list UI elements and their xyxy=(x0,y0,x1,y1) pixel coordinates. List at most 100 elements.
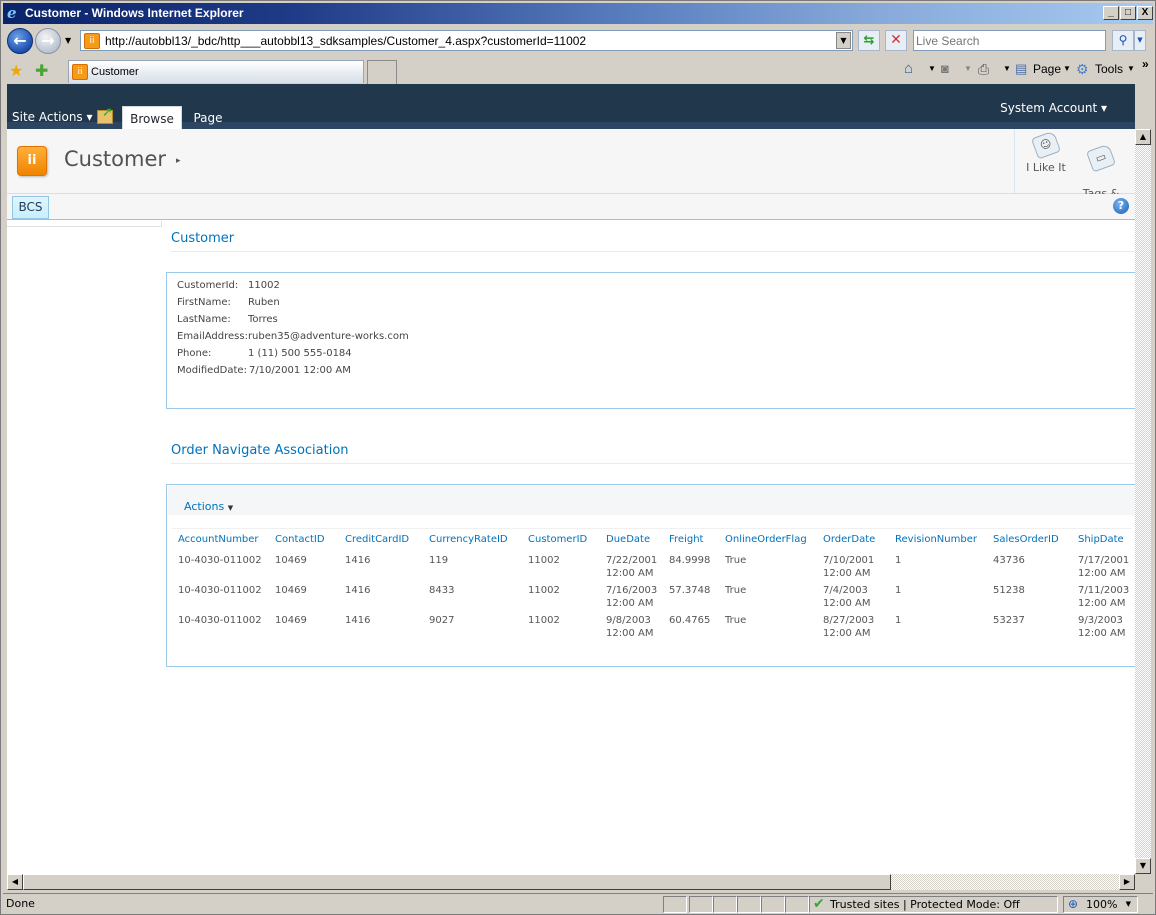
tab-page[interactable]: Page xyxy=(187,106,229,129)
table-cell: 11002 xyxy=(528,615,560,626)
scroll-right-button[interactable]: ▶ xyxy=(1119,874,1135,890)
search-options-dropdown[interactable]: ▼ xyxy=(1134,30,1146,51)
orders-section-title: Order Navigate Association xyxy=(171,443,349,458)
i-like-it-button[interactable]: ☺ I Like It xyxy=(1025,130,1067,174)
field-last-name: LastName: Torres xyxy=(177,314,409,331)
home-icon[interactable]: ⌂ xyxy=(904,60,913,77)
column-header[interactable]: CreditCardID xyxy=(339,528,423,552)
address-bar[interactable]: ii http://autobbl13/_bdc/http___autobbl1… xyxy=(80,30,853,51)
column-header[interactable]: DueDate xyxy=(600,528,663,552)
table-cell: 10-4030-011002 xyxy=(178,555,262,566)
column-header[interactable]: OnlineOrderFlag xyxy=(719,528,817,552)
actions-menu[interactable]: Actions ▼ xyxy=(184,500,233,513)
column-header[interactable]: ContactID xyxy=(269,528,339,552)
favorites-star-icon[interactable]: ★ xyxy=(9,61,23,80)
table-cell: 9/3/2003 12:00 AM xyxy=(1078,615,1126,639)
column-header[interactable]: SalesOrderID xyxy=(987,528,1072,552)
navigate-up-icon[interactable] xyxy=(97,105,113,124)
table-cell: 11002 xyxy=(528,555,560,566)
forward-button[interactable]: → xyxy=(35,28,61,54)
print-icon[interactable]: ⎙ xyxy=(978,61,989,78)
gear-icon: ⚙ xyxy=(1076,61,1089,77)
search-input[interactable] xyxy=(913,30,1106,51)
feeds-icon[interactable]: ◙ xyxy=(941,61,949,76)
breadcrumb-arrow-icon[interactable]: ▸ xyxy=(176,156,181,166)
security-zone[interactable]: ✔ Trusted sites | Protected Mode: Off xyxy=(809,896,1058,913)
table-cell: 84.9998 xyxy=(669,555,711,566)
zoom-level-button[interactable]: ⊕ 100% ▼ xyxy=(1063,896,1138,913)
back-button[interactable]: ← xyxy=(7,28,33,54)
field-label: ModifiedDate: xyxy=(177,365,247,376)
search-button[interactable]: ⚲ xyxy=(1112,30,1134,51)
recent-pages-dropdown[interactable]: ▼ xyxy=(65,36,71,45)
table-cell: 1416 xyxy=(345,585,371,596)
field-label: LastName: xyxy=(177,314,231,325)
table-cell: True xyxy=(725,555,747,566)
table-cell: 10-4030-011002 xyxy=(178,585,262,596)
minimize-button[interactable]: _ xyxy=(1103,6,1119,20)
column-header[interactable]: RevisionNumber xyxy=(889,528,987,552)
home-dropdown[interactable]: ▼ xyxy=(928,64,936,73)
address-url[interactable]: http://autobbl13/_bdc/http___autobbl13_s… xyxy=(105,34,586,48)
page-menu-button[interactable]: Page xyxy=(1033,62,1061,76)
address-dropdown-button[interactable]: ▼ xyxy=(836,32,851,49)
field-first-name: FirstName: Ruben xyxy=(177,297,409,314)
orders-list-box: Actions ▼ AccountNumber ContactID Credit… xyxy=(166,484,1135,667)
column-header[interactable]: Freight xyxy=(663,528,719,552)
field-value: 1 (11) 500 555-0184 xyxy=(248,348,352,359)
site-logo-icon[interactable]: ii xyxy=(17,146,47,176)
browser-tab-customer[interactable]: ii Customer xyxy=(68,60,364,83)
column-header[interactable]: CurrencyRateID xyxy=(423,528,522,552)
table-cell: 9/8/2003 12:00 AM xyxy=(606,615,654,639)
new-tab-button[interactable] xyxy=(367,60,397,84)
horizontal-scroll-thumb[interactable] xyxy=(23,874,891,890)
column-header[interactable]: CustomerID xyxy=(522,528,600,552)
add-favorites-icon[interactable]: ✚ xyxy=(35,61,48,80)
table-cell: 7/22/2001 12:00 AM xyxy=(606,555,658,579)
scroll-down-button[interactable]: ▼ xyxy=(1135,858,1151,874)
tab-browse[interactable]: Browse xyxy=(122,106,182,129)
feeds-dropdown[interactable]: ▼ xyxy=(964,64,972,73)
scroll-up-button[interactable]: ▲ xyxy=(1135,129,1151,145)
table-cell: 7/17/2001 12:00 AM xyxy=(1078,555,1130,579)
refresh-button[interactable]: ⇆ xyxy=(858,30,880,51)
help-icon[interactable]: ? xyxy=(1113,198,1129,214)
table-cell: 60.4765 xyxy=(669,615,711,626)
maximize-button[interactable]: □ xyxy=(1120,6,1136,20)
scroll-left-button[interactable]: ◀ xyxy=(7,874,23,890)
field-value: Ruben xyxy=(248,297,280,308)
close-button[interactable]: X xyxy=(1137,6,1153,20)
tools-menu-button[interactable]: Tools xyxy=(1095,62,1123,76)
column-header[interactable]: OrderDate xyxy=(817,528,889,552)
status-bar: Done ✔ Trusted sites | Protected Mode: O… xyxy=(3,893,1153,913)
field-customer-id: CustomerId: 11002 xyxy=(177,280,409,297)
table-cell: 53237 xyxy=(993,615,1025,626)
bcs-link[interactable]: BCS xyxy=(12,196,49,219)
table-cell: 10469 xyxy=(275,585,307,596)
table-cell: 7/16/2003 12:00 AM xyxy=(606,585,658,609)
magnifier-icon: ⚲ xyxy=(1118,33,1128,47)
table-cell: 7/11/2003 12:00 AM xyxy=(1078,585,1130,609)
command-overflow-button[interactable]: » xyxy=(1142,57,1149,71)
tools-menu-dropdown[interactable]: ▼ xyxy=(1127,64,1135,73)
refresh-icon: ⇆ xyxy=(863,33,875,48)
table-row[interactable]: 10-4030-011002 10469 1416 9027 11002 9/8/2003… xyxy=(172,612,1132,642)
user-menu[interactable]: System Account ▾ xyxy=(1000,101,1107,115)
status-cell xyxy=(689,896,713,913)
column-header[interactable]: ShipDate xyxy=(1072,528,1132,552)
print-dropdown[interactable]: ▼ xyxy=(1003,64,1011,73)
table-cell: 9027 xyxy=(429,615,455,626)
stop-button[interactable]: ✕ xyxy=(885,30,907,51)
page-menu-dropdown[interactable]: ▼ xyxy=(1063,64,1071,73)
horizontal-scrollbar[interactable]: ◀ ▶ xyxy=(7,874,1135,890)
site-actions-menu[interactable]: Site Actions ▾ xyxy=(12,110,93,124)
table-row[interactable]: 10-4030-011002 10469 1416 119 11002 7/22/2001… xyxy=(172,552,1132,582)
table-row[interactable]: 10-4030-011002 10469 1416 8433 11002 7/16/200… xyxy=(172,582,1132,612)
page-viewport: Site Actions ▾ Browse Page System Accoun… xyxy=(7,84,1135,874)
title-area: ii Customer ▸ ☺ I Like It ▭ Tags & Notes xyxy=(7,129,1135,213)
zoom-magnifier-icon: ⊕ xyxy=(1068,897,1079,911)
column-header[interactable]: AccountNumber xyxy=(172,528,269,552)
vertical-scrollbar[interactable]: ▲ ▼ xyxy=(1135,129,1151,874)
arrow-right-icon: → xyxy=(41,31,55,50)
field-value: 11002 xyxy=(248,280,280,291)
